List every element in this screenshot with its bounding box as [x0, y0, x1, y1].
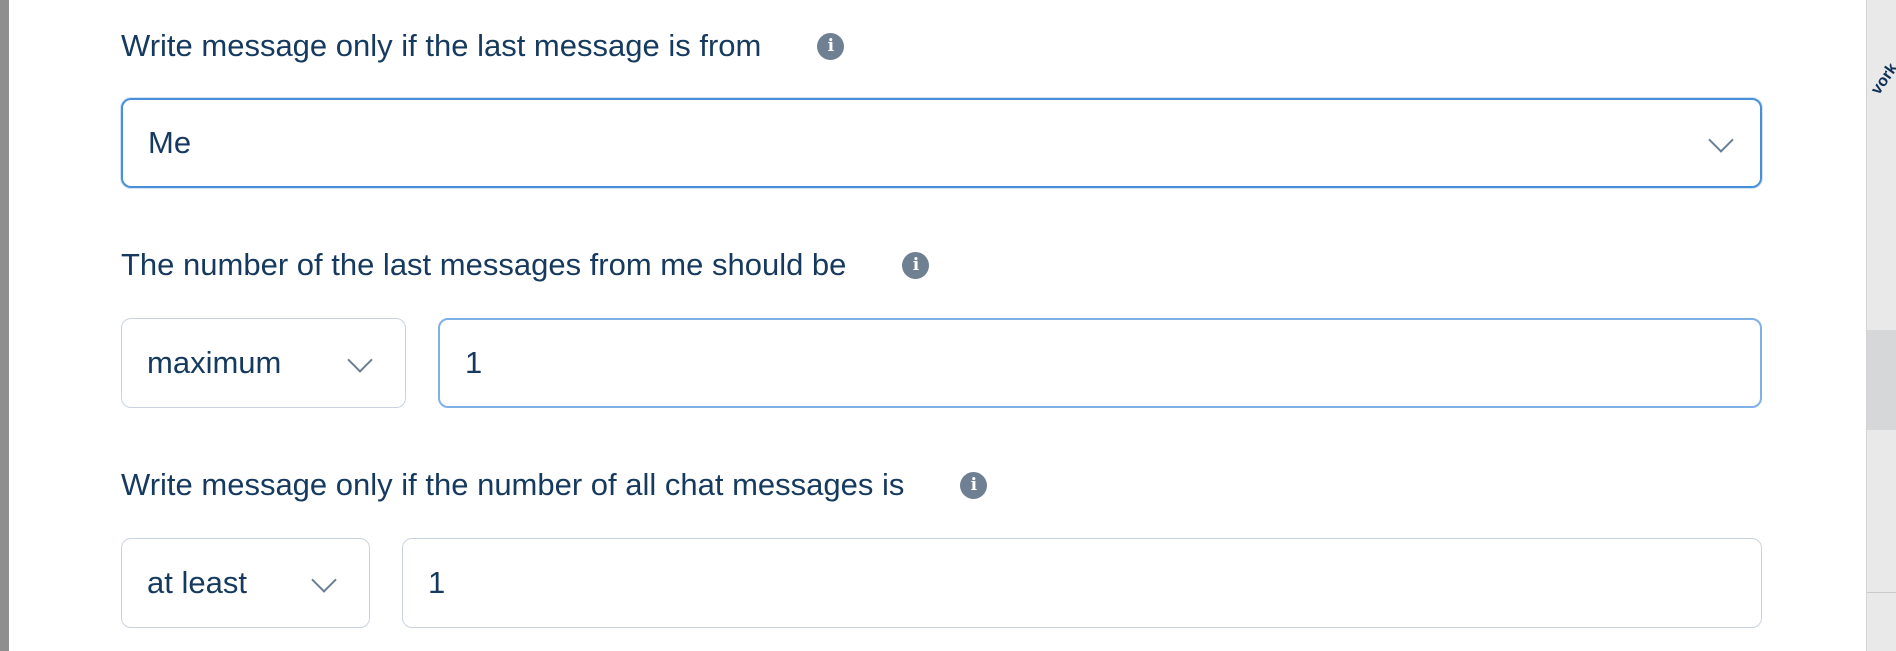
info-icon[interactable]: i — [902, 251, 930, 279]
chevron-down-icon — [311, 567, 337, 593]
all-messages-count-value: 1 — [428, 565, 446, 600]
all-messages-operator-select[interactable]: at least — [121, 538, 370, 628]
info-icon[interactable]: i — [817, 32, 845, 60]
info-icon[interactable]: i — [960, 471, 988, 499]
last-message-from-label: Write message only if the last message i… — [121, 28, 845, 64]
last-messages-count-label-text: The number of the last messages from me … — [121, 247, 847, 282]
last-message-from-value: Me — [148, 125, 192, 160]
all-messages-operator-value: at least — [147, 565, 247, 600]
last-messages-operator-select[interactable]: maximum — [121, 318, 406, 408]
all-messages-count-input[interactable]: 1 — [402, 538, 1762, 628]
last-message-from-label-text: Write message only if the last message i… — [121, 28, 762, 63]
page: vork Write message only if the last mess… — [0, 0, 1896, 651]
modal-backdrop-right: vork — [1866, 0, 1896, 651]
chevron-down-icon — [347, 347, 373, 373]
last-messages-count-value: 1 — [465, 345, 483, 380]
last-messages-count-label: The number of the last messages from me … — [121, 247, 930, 283]
background-panel — [1867, 330, 1896, 430]
modal-backdrop-left — [0, 0, 9, 651]
all-messages-count-label: Write message only if the number of all … — [121, 467, 988, 503]
background-tab-label: vork — [1868, 60, 1896, 98]
message-conditions-modal: Write message only if the last message i… — [9, 0, 1866, 651]
chevron-down-icon — [1708, 127, 1734, 153]
last-messages-operator-value: maximum — [147, 345, 282, 380]
last-message-from-select[interactable]: Me — [121, 98, 1762, 188]
all-messages-count-label-text: Write message only if the number of all … — [121, 467, 905, 502]
last-messages-count-input[interactable]: 1 — [438, 318, 1762, 408]
background-divider — [1867, 592, 1896, 593]
